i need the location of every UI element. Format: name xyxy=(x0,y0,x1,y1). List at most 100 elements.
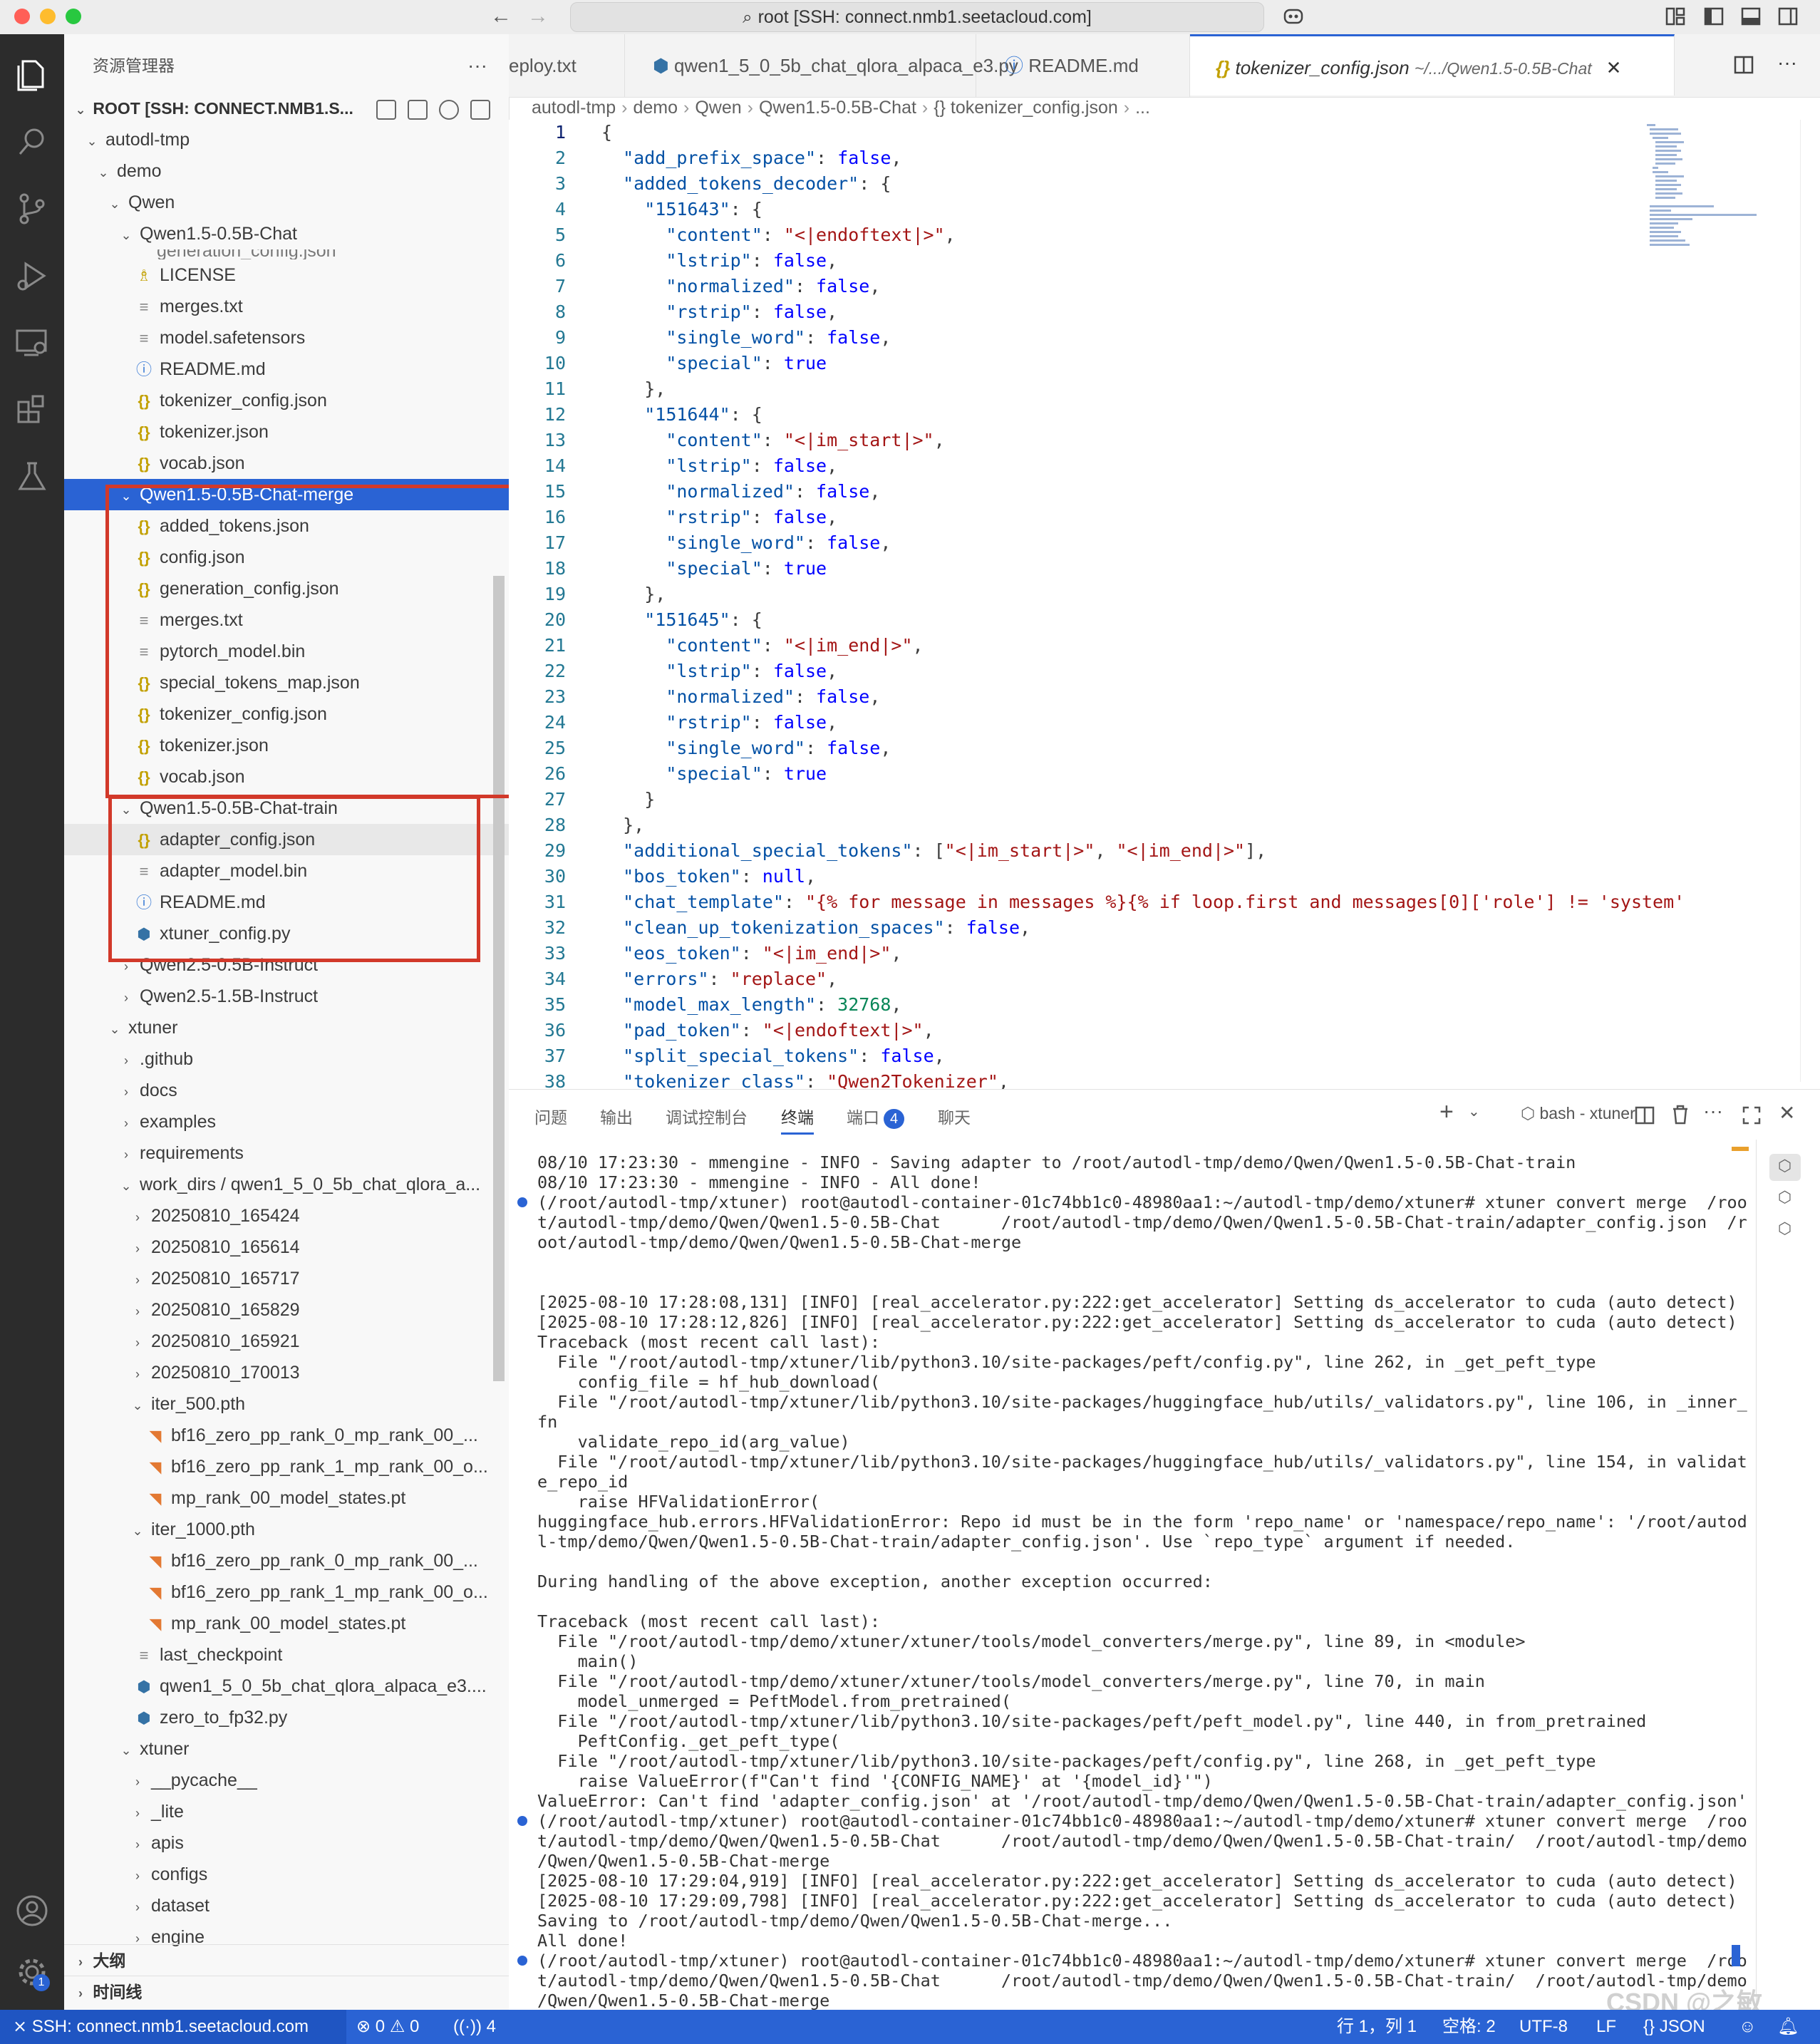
file-item[interactable]: {} tokenizer.json xyxy=(64,416,509,448)
ports-indicator[interactable]: ((·)) 4 xyxy=(453,2010,496,2044)
account-icon[interactable] xyxy=(11,1890,53,1931)
tab-debug-console[interactable]: 调试控制台 xyxy=(666,1104,748,1128)
folder-item[interactable]: ⌄ iter_500.pth xyxy=(64,1388,509,1420)
more-actions-icon[interactable]: ··· xyxy=(467,34,487,97)
outline-section[interactable]: › 大纲 xyxy=(64,1944,509,1976)
workspace-root[interactable]: ⌄ ROOT [SSH: CONNECT.NMB1.S... xyxy=(64,93,509,124)
extensions-icon[interactable] xyxy=(11,389,53,430)
notifications-bell-icon[interactable]: 🔔︎ xyxy=(1777,2010,1799,2044)
command-decoration-icon[interactable] xyxy=(517,1197,527,1207)
file-item[interactable]: {} vocab.json xyxy=(64,448,509,479)
panel-more-icon[interactable]: ··· xyxy=(1703,1100,1723,1122)
folder-item[interactable]: › 20250810_165614 xyxy=(64,1232,509,1263)
split-terminal-icon[interactable] xyxy=(1635,1105,1655,1125)
breadcrumb-item[interactable]: {} tokenizer_config.json xyxy=(934,98,1118,118)
timeline-section[interactable]: › 时间线 xyxy=(64,1976,509,2008)
file-item[interactable]: ≡ last_checkpoint xyxy=(64,1639,509,1671)
refresh-icon[interactable] xyxy=(439,100,459,120)
terminal-instance-2[interactable]: ⬡ xyxy=(1769,1185,1801,1212)
folder-item[interactable]: › 20250810_165717 xyxy=(64,1263,509,1294)
collapse-all-icon[interactable] xyxy=(470,100,490,120)
folder-item[interactable]: ⌄ iter_1000.pth xyxy=(64,1514,509,1545)
run-and-debug-icon[interactable] xyxy=(11,255,53,296)
close-window-button[interactable] xyxy=(14,9,30,24)
remote-explorer-icon[interactable] xyxy=(11,322,53,363)
copilot-icon[interactable] xyxy=(1283,6,1304,27)
breadcrumb-item[interactable]: Qwen1.5-0.5B-Chat xyxy=(759,98,916,118)
file-item[interactable]: ◥ bf16_zero_pp_rank_0_mp_rank_00_... xyxy=(64,1545,509,1576)
folder-item[interactable]: › 20250810_165921 xyxy=(64,1326,509,1357)
close-tab-icon[interactable]: ✕ xyxy=(1606,57,1622,78)
line-endings[interactable]: LF xyxy=(1596,2010,1616,2044)
new-folder-icon[interactable] xyxy=(408,100,428,120)
maximize-window-button[interactable] xyxy=(66,9,81,24)
folder-item[interactable]: › 20250810_165424 xyxy=(64,1200,509,1232)
copilot-status-icon[interactable]: ☺ xyxy=(1739,2010,1757,2044)
file-item[interactable]: ◥ bf16_zero_pp_rank_1_mp_rank_00_o... xyxy=(64,1451,509,1482)
source-control-icon[interactable] xyxy=(11,188,53,229)
file-item[interactable]: {} tokenizer_config.json xyxy=(64,385,509,416)
tab-tokenizer-config-json[interactable]: {} tokenizer_config.json ~/.../Qwen1.5-0… xyxy=(1190,34,1675,96)
testing-flask-icon[interactable] xyxy=(11,456,53,497)
folder-item[interactable]: ⌄ xtuner xyxy=(64,1012,509,1043)
indentation[interactable]: 空格: 2 xyxy=(1442,2010,1496,2044)
terminal-output[interactable]: 08/10 17:23:30 - mmengine - INFO - Savin… xyxy=(517,1152,1763,2011)
file-item[interactable]: ≡ model.safetensors xyxy=(64,322,509,353)
split-editor-icon[interactable] xyxy=(1733,54,1754,76)
breadcrumb-item[interactable]: Qwen xyxy=(695,98,741,118)
terminal-instance-1[interactable]: ⬡ xyxy=(1769,1154,1801,1181)
toggle-panel-icon[interactable] xyxy=(1740,6,1762,27)
breadcrumb-item[interactable]: autodl-tmp xyxy=(532,98,616,118)
search-icon[interactable] xyxy=(11,121,53,162)
folder-item[interactable]: › dataset xyxy=(64,1890,509,1921)
tab-deploy-txt[interactable]: eploy.txt xyxy=(509,34,625,97)
file-item[interactable]: ⬢ zero_to_fp32.py xyxy=(64,1702,509,1733)
tab-terminal[interactable]: 终端 xyxy=(781,1104,814,1135)
folder-item[interactable]: › examples xyxy=(64,1106,509,1137)
folder-item[interactable]: › .github xyxy=(64,1043,509,1075)
maximize-panel-icon[interactable] xyxy=(1742,1105,1762,1125)
back-arrow-icon[interactable]: ← xyxy=(490,4,512,29)
file-item[interactable]: ♗ LICENSE xyxy=(64,259,509,291)
minimize-window-button[interactable] xyxy=(40,9,56,24)
breadcrumb-item[interactable]: demo xyxy=(633,98,678,118)
toggle-secondary-sidebar-icon[interactable] xyxy=(1777,6,1799,27)
tab-readme-md[interactable]: ⓘ README.md xyxy=(976,34,1190,97)
language-mode[interactable]: {} JSON xyxy=(1643,2010,1705,2044)
encoding[interactable]: UTF-8 xyxy=(1519,2010,1568,2044)
folder-item[interactable]: › __pycache__ xyxy=(64,1765,509,1796)
folder-item[interactable]: ⌄ Qwen xyxy=(64,187,509,218)
code-editor[interactable]: 1{2 "add_prefix_space": false, 3 "added_t… xyxy=(509,120,1820,1092)
command-center[interactable]: ⌕ root [SSH: connect.nmb1.seetacloud.com] xyxy=(570,2,1264,32)
new-terminal-plus-icon[interactable]: + xyxy=(1439,1098,1454,1126)
forward-arrow-icon[interactable]: → xyxy=(527,4,549,29)
folder-item[interactable]: › _lite xyxy=(64,1796,509,1827)
file-item[interactable]: ◥ mp_rank_00_model_states.pt xyxy=(64,1482,509,1514)
file-item[interactable]: ◥ mp_rank_00_model_states.pt xyxy=(64,1608,509,1639)
editor-scrollbar[interactable] xyxy=(1800,120,1820,1082)
trash-icon[interactable] xyxy=(1670,1104,1690,1125)
breadcrumb-item[interactable]: ... xyxy=(1135,98,1150,118)
chevron-down-icon[interactable]: ⌄ xyxy=(1468,1103,1480,1120)
tab-ports[interactable]: 端口 4 xyxy=(847,1104,905,1129)
remote-indicator[interactable]: ⨯ SSH: connect.nmb1.seetacloud.com xyxy=(0,2010,346,2044)
folder-item[interactable]: › docs xyxy=(64,1075,509,1106)
file-item[interactable]: ◥ bf16_zero_pp_rank_1_mp_rank_00_o... xyxy=(64,1576,509,1608)
folder-item[interactable]: › 20250810_170013 xyxy=(64,1357,509,1388)
customize-layout-icon[interactable] xyxy=(1665,6,1686,27)
toggle-primary-sidebar-icon[interactable] xyxy=(1703,6,1725,27)
folder-item[interactable]: ⌄ demo xyxy=(64,155,509,187)
folder-item[interactable]: ⌄ Qwen1.5-0.5B-Chat xyxy=(64,218,509,249)
folder-item[interactable]: › Qwen2.5-1.5B-Instruct xyxy=(64,981,509,1012)
folder-item[interactable]: › 20250810_165829 xyxy=(64,1294,509,1326)
minimap[interactable] xyxy=(1645,123,1759,251)
editor-more-icon[interactable]: ··· xyxy=(1777,51,1797,74)
file-item[interactable]: ◥ bf16_zero_pp_rank_0_mp_rank_00_... xyxy=(64,1420,509,1451)
folder-item[interactable]: ⌄ autodl-tmp xyxy=(64,124,509,155)
manage-gear-icon[interactable]: 1 xyxy=(11,1951,53,1993)
folder-item[interactable]: ⌄ work_dirs / qwen1_5_0_5b_chat_qlora_a..… xyxy=(64,1169,509,1200)
file-item[interactable]: ⓘ README.md xyxy=(64,353,509,385)
explorer-icon[interactable] xyxy=(11,54,53,96)
folder-item[interactable]: ⌄ xtuner xyxy=(64,1733,509,1765)
file-item[interactable]: ⬢ qwen1_5_0_5b_chat_qlora_alpaca_e3.... xyxy=(64,1671,509,1702)
